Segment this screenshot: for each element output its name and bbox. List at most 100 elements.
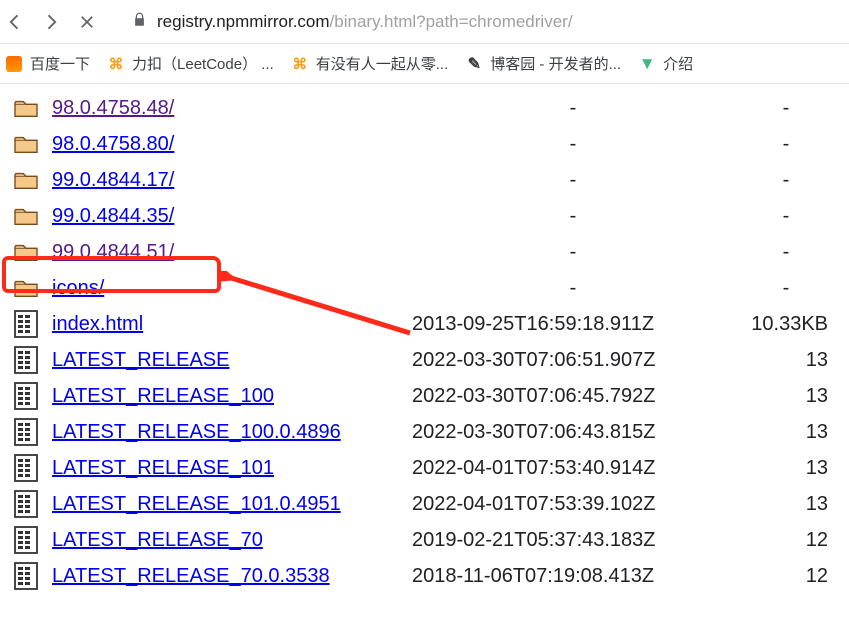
size-cell: 10.33KB xyxy=(734,313,838,336)
name-cell: LATEST_RELEASE_101 xyxy=(52,457,412,480)
listing-row: 99.0.4844.35/ -- xyxy=(0,198,849,234)
directory-listing: 98.0.4758.48/--98.0.4758.80/--99.0.4844.… xyxy=(0,84,849,594)
listing-row: LATEST_RELEASE_70.0.3538 2018-11-06T07:19… xyxy=(0,558,849,594)
file-link[interactable]: index.html xyxy=(52,313,143,335)
size-cell: 13 xyxy=(734,493,838,516)
listing-row: LATEST_RELEASE_70 2019-02-21T05:37:43.183… xyxy=(0,522,849,558)
size-cell: 13 xyxy=(734,385,838,408)
file-icon xyxy=(0,454,52,482)
file-link[interactable]: 99.0.4844.17/ xyxy=(52,169,174,191)
file-link[interactable]: 98.0.4758.80/ xyxy=(52,133,174,155)
date-cell: - xyxy=(412,277,734,300)
file-link[interactable]: 98.0.4758.48/ xyxy=(52,97,174,119)
file-link[interactable]: LATEST_RELEASE_101.0.4951 xyxy=(52,493,341,515)
folder-icon xyxy=(0,241,52,263)
name-cell: LATEST_RELEASE_70.0.3538 xyxy=(52,565,412,588)
size-cell: 12 xyxy=(734,565,838,588)
name-cell: LATEST_RELEASE_100 xyxy=(52,385,412,408)
size-cell: 13 xyxy=(734,421,838,444)
name-cell: 99.0.4844.17/ xyxy=(52,169,412,192)
listing-row: LATEST_RELEASE_100.0.4896 2022-03-30T07:0… xyxy=(0,414,849,450)
folder-icon xyxy=(0,97,52,119)
date-cell: - xyxy=(412,169,734,192)
address-bar[interactable]: registry.npmmirror.com/binary.html?path=… xyxy=(112,12,845,32)
size-cell: - xyxy=(734,277,838,300)
file-link[interactable]: LATEST_RELEASE_70 xyxy=(52,529,263,551)
size-cell: - xyxy=(734,97,838,120)
file-icon xyxy=(0,418,52,446)
listing-row: 99.0.4844.17/ -- xyxy=(0,162,849,198)
bookmark-label: 介绍 xyxy=(663,53,693,74)
size-cell: 13 xyxy=(734,349,838,372)
file-icon xyxy=(0,382,52,410)
bookmark-label: 百度一下 xyxy=(30,53,90,74)
listing-row: LATEST_RELEASE_101 2022-04-01T07:53:40.91… xyxy=(0,450,849,486)
file-link[interactable]: 99.0.4844.51/ xyxy=(52,241,174,263)
name-cell: index.html xyxy=(52,313,412,336)
date-cell: 2022-04-01T07:53:39.102Z xyxy=(412,493,734,516)
url-text: registry.npmmirror.com/binary.html?path=… xyxy=(157,12,573,32)
file-link[interactable]: icons/ xyxy=(52,277,104,299)
forward-button[interactable] xyxy=(40,11,62,33)
date-cell: - xyxy=(412,205,734,228)
date-cell: 2018-11-06T07:19:08.413Z xyxy=(412,565,734,588)
name-cell: icons/ xyxy=(52,277,412,300)
bookmark-leetcode-2[interactable]: ⌘ 有没有人一起从零... xyxy=(292,53,449,74)
date-cell: - xyxy=(412,133,734,156)
file-link[interactable]: LATEST_RELEASE_70.0.3538 xyxy=(52,565,330,587)
file-link[interactable]: LATEST_RELEASE xyxy=(52,349,229,371)
date-cell: 2013-09-25T16:59:18.911Z xyxy=(412,313,734,336)
size-cell: - xyxy=(734,169,838,192)
bookmark-leetcode[interactable]: ⌘ 力扣（LeetCode） ... xyxy=(108,53,274,74)
size-cell: - xyxy=(734,205,838,228)
bookmark-baidu[interactable]: 百度一下 xyxy=(6,53,90,74)
date-cell: - xyxy=(412,241,734,264)
folder-icon xyxy=(0,205,52,227)
file-icon xyxy=(0,490,52,518)
bookmark-cnblogs[interactable]: ✎ 博客园 - 开发者的... xyxy=(466,53,621,74)
baidu-icon xyxy=(6,56,22,72)
bookmark-label: 博客园 - 开发者的... xyxy=(490,53,621,74)
name-cell: 98.0.4758.48/ xyxy=(52,97,412,120)
size-cell: - xyxy=(734,241,838,264)
file-link[interactable]: LATEST_RELEASE_100.0.4896 xyxy=(52,421,341,443)
date-cell: 2022-04-01T07:53:40.914Z xyxy=(412,457,734,480)
bookmark-label: 力扣（LeetCode） ... xyxy=(132,53,274,74)
back-button[interactable] xyxy=(4,11,26,33)
date-cell: 2022-03-30T07:06:51.907Z xyxy=(412,349,734,372)
listing-row: 98.0.4758.48/ -- xyxy=(0,90,849,126)
name-cell: 98.0.4758.80/ xyxy=(52,133,412,156)
listing-row: icons/ -- xyxy=(0,270,849,306)
cnblogs-icon: ✎ xyxy=(466,56,482,72)
file-link[interactable]: 99.0.4844.35/ xyxy=(52,205,174,227)
leetcode-icon: ⌘ xyxy=(292,56,308,72)
date-cell: - xyxy=(412,97,734,120)
listing-row: index.html 2013-09-25T16:59:18.911Z10.33K… xyxy=(0,306,849,342)
listing-row: LATEST_RELEASE_100 2022-03-30T07:06:45.79… xyxy=(0,378,849,414)
name-cell: LATEST_RELEASE xyxy=(52,349,412,372)
date-cell: 2022-03-30T07:06:45.792Z xyxy=(412,385,734,408)
listing-row: 98.0.4758.80/ -- xyxy=(0,126,849,162)
file-icon xyxy=(0,310,52,338)
bookmark-label: 有没有人一起从零... xyxy=(316,53,449,74)
name-cell: LATEST_RELEASE_101.0.4951 xyxy=(52,493,412,516)
file-link[interactable]: LATEST_RELEASE_100 xyxy=(52,385,274,407)
date-cell: 2022-03-30T07:06:43.815Z xyxy=(412,421,734,444)
date-cell: 2019-02-21T05:37:43.183Z xyxy=(412,529,734,552)
file-icon xyxy=(0,562,52,590)
name-cell: LATEST_RELEASE_100.0.4896 xyxy=(52,421,412,444)
vue-icon: ▼ xyxy=(639,56,655,72)
size-cell: 12 xyxy=(734,529,838,552)
listing-row: LATEST_RELEASE 2022-03-30T07:06:51.907Z13 xyxy=(0,342,849,378)
lock-icon xyxy=(132,12,147,31)
browser-toolbar: registry.npmmirror.com/binary.html?path=… xyxy=(0,0,849,44)
listing-row: 99.0.4844.51/ -- xyxy=(0,234,849,270)
file-icon xyxy=(0,346,52,374)
stop-reload-button[interactable] xyxy=(76,11,98,33)
bookmark-vue[interactable]: ▼ 介绍 xyxy=(639,53,693,74)
bookmarks-bar: 百度一下 ⌘ 力扣（LeetCode） ... ⌘ 有没有人一起从零... ✎ … xyxy=(0,44,849,84)
file-link[interactable]: LATEST_RELEASE_101 xyxy=(52,457,274,479)
size-cell: - xyxy=(734,133,838,156)
listing-row: LATEST_RELEASE_101.0.4951 2022-04-01T07:5… xyxy=(0,486,849,522)
folder-icon xyxy=(0,133,52,155)
